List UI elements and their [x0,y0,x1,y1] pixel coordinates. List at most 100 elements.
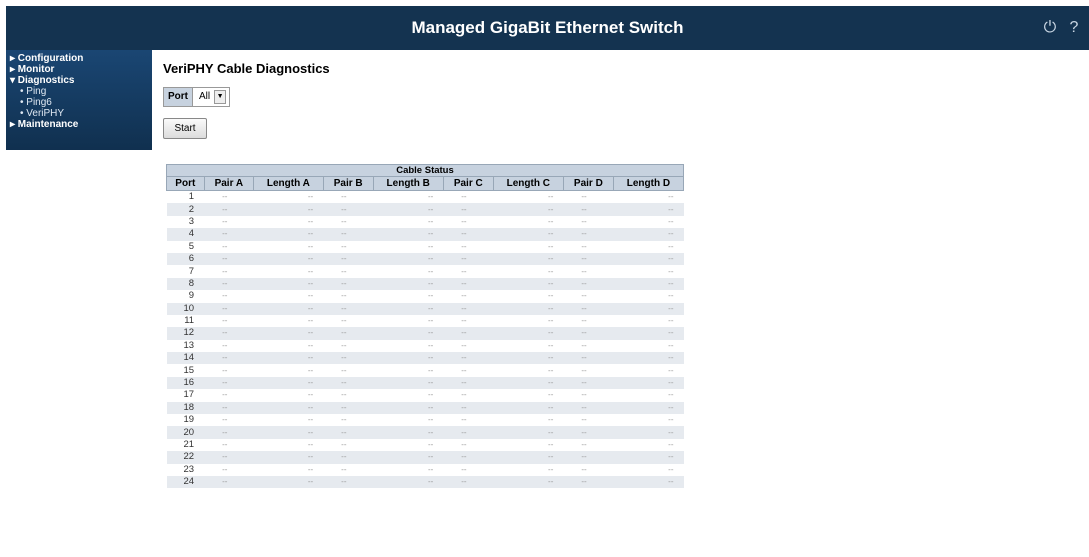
column-header: Length B [372,176,444,191]
status-cell: -- [253,438,324,452]
sidebar-item-configuration[interactable]: ▸ Configuration [10,53,83,64]
port-cell: 19 [166,414,205,427]
table-row: 21 -- -- -- -- -- -- -- -- [166,438,684,452]
status-cell: -- [373,190,444,204]
sidebar-item-ping6[interactable]: • Ping6 [20,97,52,108]
status-cell: -- [204,290,254,303]
status-cell: -- [493,252,564,266]
status-cell: -- [373,302,444,315]
status-cell: -- [253,203,324,216]
column-header: Pair D [562,176,614,191]
status-cell: -- [563,290,614,303]
status-cell: -- [443,265,494,278]
status-cell: -- [323,352,374,365]
status-cell: -- [563,277,614,291]
status-cell: -- [493,463,564,476]
column-header: Pair A [203,176,255,191]
table-row: 1 -- -- -- -- -- -- -- -- [166,190,684,204]
status-cell: -- [493,451,564,464]
status-cell: -- [373,240,444,253]
status-cell: -- [613,376,684,390]
status-cell: -- [373,364,444,377]
port-cell: 14 [166,352,205,365]
status-cell: -- [204,314,254,328]
sidebar-item-maintenance[interactable]: ▸ Maintenance [10,119,78,130]
status-cell: -- [204,401,254,415]
table-row: 24 -- -- -- -- -- -- -- -- [166,475,684,489]
status-cell: -- [253,314,324,328]
port-dropdown-value: All [199,91,211,102]
status-cell: -- [443,414,494,427]
status-cell: -- [323,463,374,476]
sidebar-item-veriphy[interactable]: • VeriPHY [20,108,64,119]
status-cell: -- [373,426,444,439]
status-cell: -- [563,265,614,278]
status-cell: -- [204,265,254,278]
status-cell: -- [563,352,614,365]
table-row: 11 -- -- -- -- -- -- -- -- [166,314,684,328]
start-button[interactable]: Start [163,118,207,139]
status-cell: -- [323,314,374,328]
banner-icons: ⏻ ? [1041,19,1083,37]
status-cell: -- [613,451,684,464]
sidebar-item-monitor[interactable]: ▸ Monitor [10,64,54,75]
port-dropdown[interactable]: All ▼ [193,88,229,106]
status-cell: -- [323,228,374,241]
page-title: VeriPHY Cable Diagnostics [163,61,330,76]
status-cell: -- [204,463,254,476]
status-cell: -- [253,414,324,427]
status-cell: -- [443,302,494,315]
status-cell: -- [563,252,614,266]
status-cell: -- [613,290,684,303]
status-cell: -- [373,352,444,365]
status-cell: -- [613,302,684,315]
port-cell: 16 [166,376,205,390]
status-cell: -- [323,389,374,402]
status-cell: -- [563,414,614,427]
status-cell: -- [323,364,374,377]
table-row: 14 -- -- -- -- -- -- -- -- [166,352,684,365]
status-cell: -- [373,314,444,328]
status-cell: -- [613,389,684,402]
column-header: Length D [612,176,685,191]
status-cell: -- [613,190,684,204]
table-row: 18 -- -- -- -- -- -- -- -- [166,401,684,415]
status-cell: -- [563,376,614,390]
table-row: 10 -- -- -- -- -- -- -- -- [166,302,684,315]
port-cell: 11 [166,314,205,328]
status-cell: -- [493,203,564,216]
status-cell: -- [253,463,324,476]
sidebar-item-ping[interactable]: • Ping [20,86,46,97]
sidebar-menu: ▸ Configuration ▸ Monitor ▾ Diagnostics … [6,50,152,150]
table-row: 4 -- -- -- -- -- -- -- -- [166,228,684,241]
status-cell: -- [253,426,324,439]
status-cell: -- [323,438,374,452]
status-cell: -- [563,203,614,216]
table-row: 20 -- -- -- -- -- -- -- -- [166,426,684,439]
table-row: 2 -- -- -- -- -- -- -- -- [166,203,684,216]
port-cell: 6 [166,252,205,266]
logout-icon[interactable]: ⏻ [1041,19,1059,37]
status-cell: -- [493,215,564,229]
status-cell: -- [613,203,684,216]
sidebar-item-diagnostics[interactable]: ▾ Diagnostics [10,75,74,86]
port-selector: Port All ▼ [163,87,231,107]
status-cell: -- [373,277,444,291]
status-cell: -- [563,401,614,415]
port-cell: 3 [166,215,205,229]
status-cell: -- [204,203,254,216]
status-cell: -- [443,389,494,402]
status-cell: -- [493,290,564,303]
port-cell: 12 [166,327,205,340]
status-cell: -- [373,339,444,353]
port-cell: 20 [166,426,205,439]
status-cell: -- [253,352,324,365]
status-cell: -- [443,475,494,489]
status-cell: -- [373,376,444,390]
help-icon[interactable]: ? [1065,19,1083,37]
status-cell: -- [613,438,684,452]
status-cell: -- [493,190,564,204]
table-row: 9 -- -- -- -- -- -- -- -- [166,290,684,303]
status-cell: -- [204,240,254,253]
status-cell: -- [613,314,684,328]
